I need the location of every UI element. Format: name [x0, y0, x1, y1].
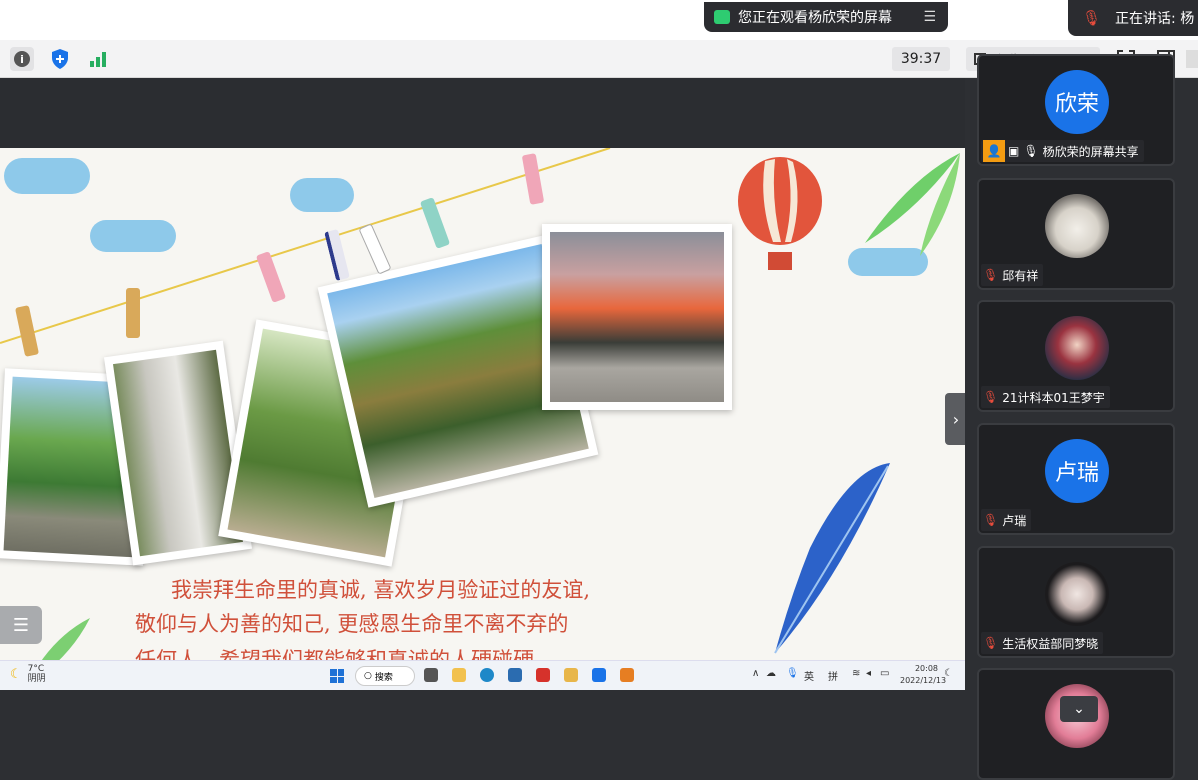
menu-icon[interactable]: ☰	[923, 9, 936, 25]
expand-panel-button[interactable]: ›	[945, 393, 967, 445]
search-label: 搜索	[374, 672, 393, 683]
participant-label: 🎙 邱有祥	[981, 264, 1044, 286]
participant-label: 🎙 21计科本01王梦宇	[981, 386, 1110, 408]
security-button[interactable]	[48, 47, 72, 71]
shared-screen: 我崇拜生命里的真诚, 喜欢岁月验证过的友谊, 敬仰与人为善的知己, 更感恩生命里…	[0, 78, 965, 690]
app-icon	[564, 668, 578, 682]
search-icon: ○	[364, 671, 372, 681]
avatar: 欣荣	[1045, 70, 1109, 134]
verse-line-2: 敬仰与人为善的知己, 更感恩生命里不离不弃的	[135, 612, 569, 636]
muted-mic-icon: 🎙	[983, 268, 999, 282]
muted-mic-icon: 🎙	[983, 513, 999, 527]
speaking-indicator: 🎙 正在讲话: 杨	[1068, 0, 1198, 36]
tray-chevron-icon: ∧	[752, 668, 760, 679]
avatar: 卢瑞	[1045, 439, 1109, 503]
taskbar-clock: 20:08 2022/12/13	[900, 663, 947, 687]
ime-pinyin: 拼	[828, 672, 838, 683]
weather-desc: 阴阴	[27, 674, 46, 684]
speaking-text: 正在讲话: 杨	[1115, 11, 1195, 27]
avatar	[1045, 316, 1109, 380]
shared-taskbar: ☾ 7°C 阴阴 ○ 搜索 ∧ ☁ 🎙 英 拼 ≋ ◂ ▭ 20:08 2022/…	[0, 660, 965, 690]
tray-mic-icon: 🎙	[786, 668, 799, 679]
tencent-meeting-icon	[592, 668, 606, 682]
participant-name: 杨欣荣的屏幕共享	[1042, 144, 1139, 159]
participant-name: 生活权益部同梦晓	[1002, 636, 1099, 651]
tray-cloud-icon: ☁	[766, 668, 776, 679]
meeting-timer: 39:37	[892, 47, 950, 71]
tray-battery-icon: ▭	[880, 668, 890, 679]
scroll-down-button[interactable]: ⌄	[1060, 696, 1098, 722]
clothespin	[126, 288, 140, 338]
feather-decoration	[774, 463, 890, 654]
participant-label: 🎙 生活权益部同梦晓	[981, 632, 1104, 654]
verse-line-1: 我崇拜生命里的真诚, 喜欢岁月验证过的友谊,	[171, 578, 591, 602]
photo-sunset	[542, 224, 732, 410]
participant-label: 🎙 卢瑞	[981, 509, 1032, 531]
person-icon: 👤	[983, 140, 1005, 162]
signal-icon	[90, 52, 106, 67]
weather-temp: 7°C	[27, 664, 45, 674]
store-icon	[508, 668, 522, 682]
hot-air-balloon	[738, 157, 822, 270]
participant-card[interactable]: 🎙 邱有祥	[977, 178, 1175, 290]
participants-panel: 欣荣 👤 ▣ 🎙 杨欣荣的屏幕共享 🎙 邱有祥 🎙 21计科本01王梦宇 卢瑞 …	[965, 54, 1198, 780]
participant-name: 邱有祥	[1002, 268, 1039, 283]
file-explorer-icon	[452, 668, 466, 682]
network-button[interactable]	[86, 47, 110, 71]
info-icon: i	[14, 51, 30, 67]
participant-card[interactable]	[977, 668, 1175, 780]
muted-mic-icon: 🎙	[983, 636, 999, 650]
shield-icon	[52, 49, 68, 69]
top-bar	[0, 0, 1198, 40]
palm-leaf-decoration	[865, 153, 960, 256]
ime-english: 英	[804, 672, 814, 683]
watching-text: 您正在观看杨欣荣的屏幕	[738, 10, 892, 26]
media-player-icon	[620, 668, 634, 682]
edge-icon	[480, 668, 494, 682]
chevron-down-icon: ⌄	[1073, 701, 1085, 717]
mic-icon: 🎙	[1023, 144, 1039, 158]
tray-wifi-icon: ≋	[852, 668, 861, 679]
clock-date: 2022/12/13	[900, 676, 947, 685]
participant-label: 👤 ▣ 🎙 杨欣荣的屏幕共享	[981, 140, 1144, 162]
overflow-button[interactable]	[1186, 50, 1198, 68]
muted-mic-icon: 🎙	[1082, 9, 1102, 27]
participant-card[interactable]: 🎙 21计科本01王梦宇	[977, 300, 1175, 412]
weather-widget: ☾ 7°C 阴阴	[10, 664, 46, 684]
screen-share-icon: ▣	[1008, 144, 1020, 158]
windows-start-icon	[330, 669, 344, 683]
chevron-right-icon: ›	[952, 409, 960, 429]
participant-name: 卢瑞	[1002, 513, 1027, 528]
avatar	[1045, 194, 1109, 258]
watching-banner: 您正在观看杨欣荣的屏幕 ☰	[704, 2, 948, 32]
participant-card[interactable]: 🎙 生活权益部同梦晓	[977, 546, 1175, 658]
task-view-icon	[424, 668, 438, 682]
wps-icon	[536, 668, 550, 682]
participant-card[interactable]: 卢瑞 🎙 卢瑞	[977, 423, 1175, 535]
moon-icon: ☾	[10, 666, 22, 682]
tray-speaker-icon: ◂	[866, 668, 872, 679]
camera-icon	[714, 10, 730, 24]
tray-notification-icon: ☾	[944, 668, 953, 679]
info-button[interactable]: i	[10, 47, 34, 71]
avatar	[1045, 562, 1109, 626]
participant-name: 21计科本01王梦宇	[1002, 390, 1105, 405]
presentation-slide: 我崇拜生命里的真诚, 喜欢岁月验证过的友谊, 敬仰与人为善的知己, 更感恩生命里…	[0, 148, 965, 690]
taskbar-search: ○ 搜索	[355, 666, 415, 686]
participant-card[interactable]: 欣荣 👤 ▣ 🎙 杨欣荣的屏幕共享	[977, 54, 1175, 166]
muted-mic-icon: 🎙	[983, 390, 999, 404]
clock-time: 20:08	[914, 664, 938, 673]
menu-list-button[interactable]: ☰	[0, 606, 42, 644]
